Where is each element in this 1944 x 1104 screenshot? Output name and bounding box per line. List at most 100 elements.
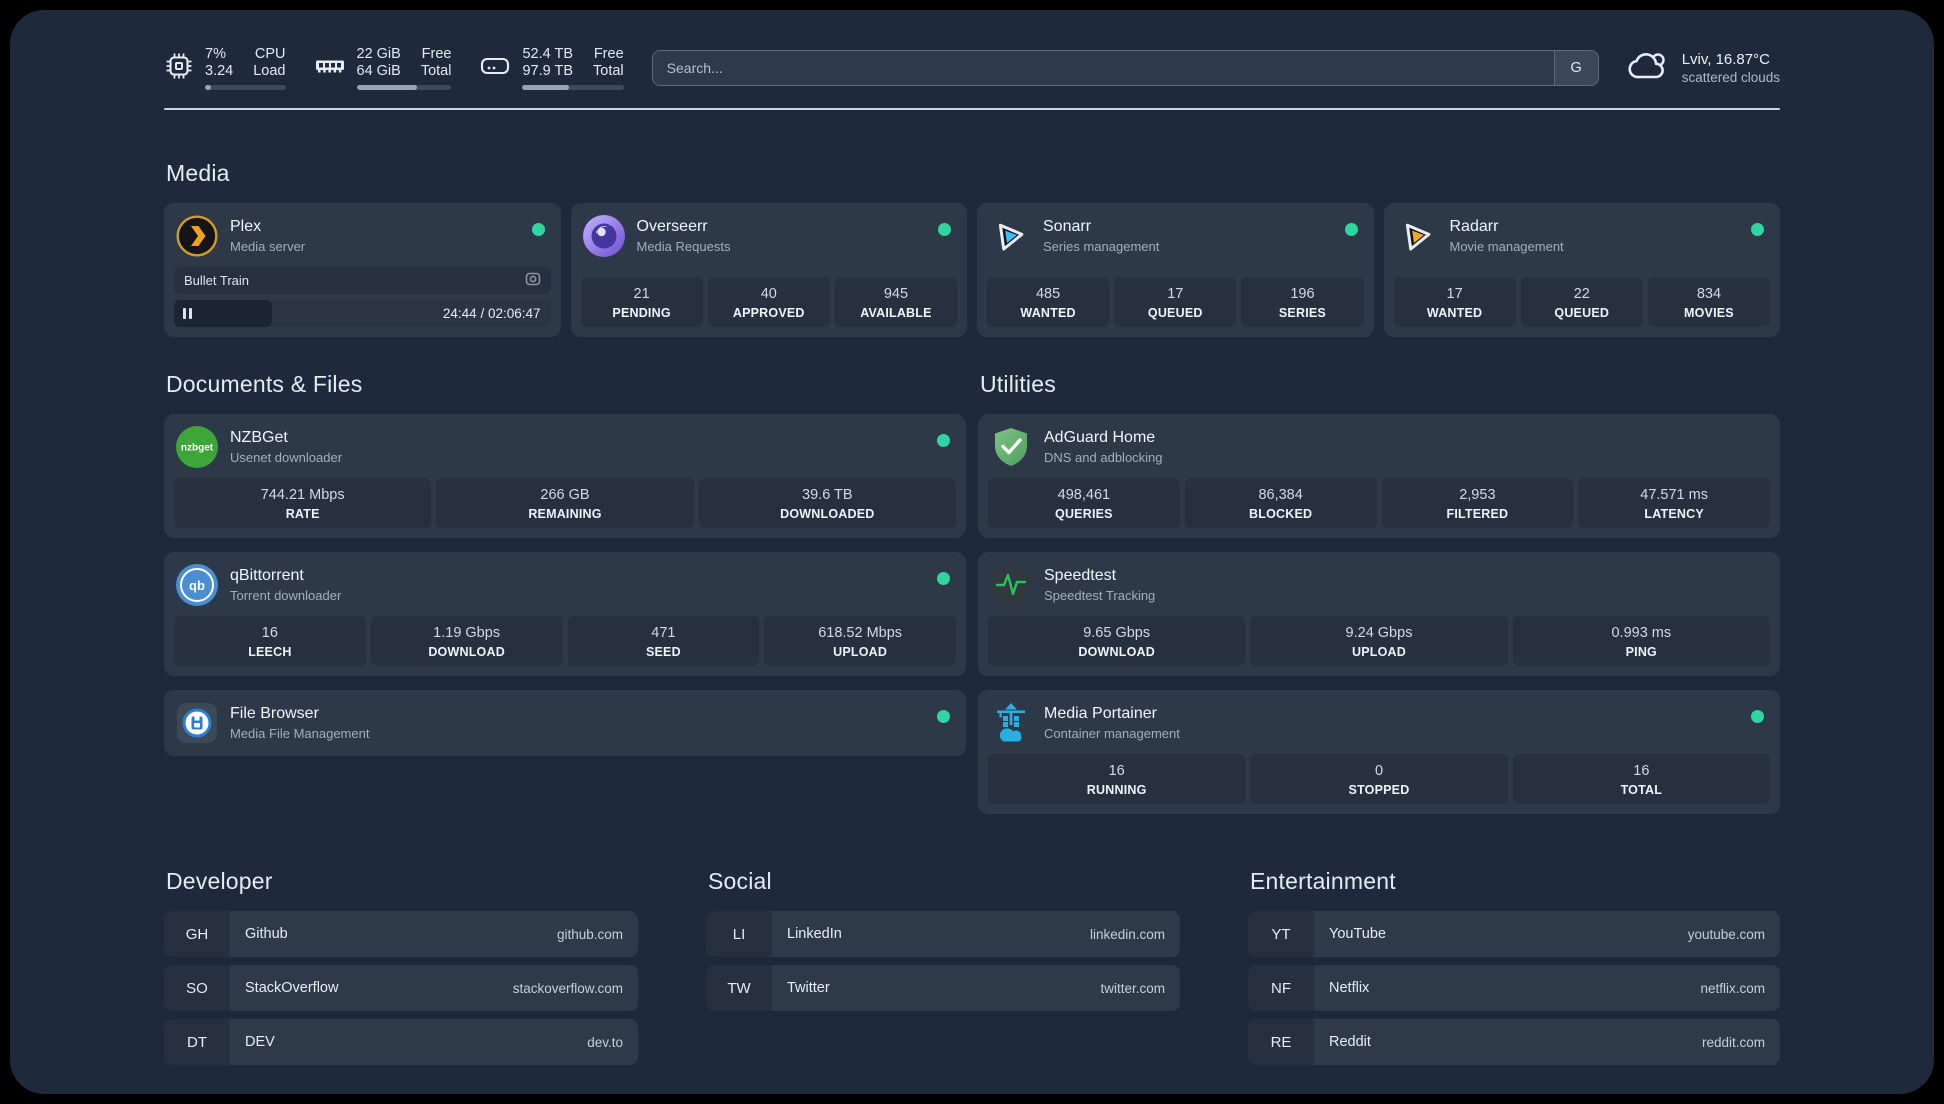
status-dot <box>938 223 951 236</box>
header: 7% CPU 3.24 Load 22 GiB Free 64 GiB Tota… <box>164 40 1780 96</box>
stat-tile: 86,384 BLOCKED <box>1184 478 1377 528</box>
stat-tile: 196 SERIES <box>1241 277 1364 327</box>
stat-tile: 266 GB REMAINING <box>436 478 694 528</box>
cpu-progress-bar <box>205 85 286 90</box>
stat-tile: 0 STOPPED <box>1250 754 1508 804</box>
service-name: Speedtest <box>1044 567 1117 584</box>
bookmark-abbr: TW <box>706 965 772 1011</box>
bookmark-name: Twitter <box>787 980 830 996</box>
cpu-icon <box>164 51 194 86</box>
disk-stat: 52.4 TB Free 97.9 TB Total <box>479 46 624 90</box>
service-description: Movie management <box>1449 239 1564 254</box>
service-description: Speedtest Tracking <box>1044 588 1156 603</box>
bookmark-domain: reddit.com <box>1701 1034 1765 1050</box>
bookmark-dev[interactable]: DT DEV dev.to <box>164 1019 638 1065</box>
service-card-qbittorrent[interactable]: qb qBittorrent Torrent downloader 16 LEE… <box>164 552 966 676</box>
weather-condition: scattered clouds <box>1681 70 1780 85</box>
status-dot <box>937 710 950 723</box>
status-dot <box>937 572 950 585</box>
section-entertainment: Entertainment YT YouTube youtube.com NF … <box>1248 868 1780 1073</box>
bookmark-domain: dev.to <box>587 1034 623 1050</box>
bookmark-netflix[interactable]: NF Netflix netflix.com <box>1248 965 1780 1011</box>
service-name: Sonarr <box>1043 218 1092 235</box>
service-card-adguard[interactable]: AdGuard Home DNS and adblocking 498,461 … <box>978 414 1780 538</box>
bookmark-name: StackOverflow <box>245 980 339 996</box>
bookmark-github[interactable]: GH Github github.com <box>164 911 638 957</box>
pause-button[interactable] <box>183 308 192 319</box>
bookmark-abbr: LI <box>706 911 772 957</box>
cloud-icon <box>1627 48 1669 89</box>
search-input[interactable] <box>651 50 1599 86</box>
bookmark-reddit[interactable]: RE Reddit reddit.com <box>1248 1019 1780 1065</box>
stat-tile: 485 WANTED <box>987 277 1110 327</box>
qbittorrent-icon: qb <box>176 564 218 606</box>
bookmark-abbr: NF <box>1248 965 1314 1011</box>
sonarr-icon <box>989 215 1031 257</box>
stat-tile: 47.571 ms LATENCY <box>1578 478 1770 528</box>
service-description: Series management <box>1043 239 1160 254</box>
stat-tile: 1.19 Gbps DOWNLOAD <box>370 616 563 666</box>
bookmark-domain: stackoverflow.com <box>512 980 623 996</box>
service-card-plex[interactable]: Plex Media server Bullet Train 24:44 / 0… <box>164 203 561 337</box>
bookmark-name: LinkedIn <box>787 926 842 942</box>
service-card-nzbget[interactable]: nzbget NZBGet Usenet downloader 744.21 M… <box>164 414 966 538</box>
bookmark-name: Github <box>245 926 288 942</box>
service-card-overseerr[interactable]: Overseerr Media Requests 21 PENDING 40 A… <box>570 203 967 337</box>
stat-tile: 16 LEECH <box>174 616 366 666</box>
service-description: Media Requests <box>636 239 731 254</box>
status-dot <box>1344 223 1358 236</box>
service-name: AdGuard Home <box>1044 429 1156 446</box>
section-utilities: Utilities AdGuard Home DNS and adblockin… <box>978 371 1780 814</box>
stat-tile: 2,953 FILTERED <box>1381 478 1574 528</box>
speedtest-icon <box>990 564 1032 606</box>
memory-progress-bar <box>356 85 452 90</box>
plex-icon <box>176 215 218 257</box>
service-description: Media File Management <box>230 726 370 741</box>
header-divider <box>164 108 1780 110</box>
memory-stat: 22 GiB Free 64 GiB Total <box>314 46 452 90</box>
status-dot <box>937 434 950 447</box>
bookmark-linkedin[interactable]: LI LinkedIn linkedin.com <box>706 911 1180 957</box>
section-title-social: Social <box>708 868 772 894</box>
service-card-speedtest[interactable]: Speedtest Speedtest Tracking 9.65 Gbps D… <box>978 552 1780 676</box>
search-engine-button[interactable]: G <box>1553 51 1598 85</box>
now-playing-title: Bullet Train <box>184 273 250 288</box>
stat-tile: 744.21 Mbps RATE <box>174 478 432 528</box>
bookmark-twitter[interactable]: TW Twitter twitter.com <box>706 965 1180 1011</box>
section-title-documents: Documents & Files <box>166 371 363 397</box>
service-name: Plex <box>230 218 262 235</box>
service-card-radarr[interactable]: Radarr Movie management 17 WANTED 22 QUE… <box>1383 203 1780 337</box>
bookmark-abbr: RE <box>1248 1019 1314 1065</box>
stat-tile: 471 SEED <box>567 616 760 666</box>
memory-label-1: Free <box>421 46 452 62</box>
stat-tile: 834 MOVIES <box>1647 277 1771 327</box>
stat-tile: 17 WANTED <box>1393 277 1516 327</box>
section-developer: Developer GH Github github.com SO StackO… <box>164 868 638 1073</box>
stat-tile: 945 AVAILABLE <box>834 277 958 327</box>
disk-total: 97.9 TB <box>522 63 574 79</box>
service-card-sonarr[interactable]: Sonarr Series management 485 WANTED 17 Q… <box>977 203 1374 337</box>
service-name: qBittorrent <box>230 567 304 584</box>
cpu-label-1: CPU <box>254 46 286 62</box>
portainer-icon <box>990 702 1032 744</box>
stat-tile: 17 QUEUED <box>1114 277 1237 327</box>
search-bar: G <box>651 50 1599 86</box>
memory-total: 64 GiB <box>356 63 401 79</box>
nzbget-icon: nzbget <box>176 426 218 468</box>
disk-free: 52.4 TB <box>522 46 574 62</box>
bookmark-youtube[interactable]: YT YouTube youtube.com <box>1248 911 1780 957</box>
section-title-media: Media <box>166 160 230 186</box>
memory-progress-fill <box>356 85 418 90</box>
bookmark-name: Netflix <box>1329 980 1370 996</box>
service-card-portainer[interactable]: Media Portainer Container management 16 … <box>978 690 1780 814</box>
radarr-icon <box>1396 215 1438 257</box>
cpu-progress-fill <box>205 85 212 90</box>
bookmark-abbr: YT <box>1248 911 1314 957</box>
stat-tile: 40 APPROVED <box>707 277 830 327</box>
bookmark-stackoverflow[interactable]: SO StackOverflow stackoverflow.com <box>164 965 638 1011</box>
now-playing-row: Bullet Train <box>174 267 551 294</box>
stat-tile: 16 RUNNING <box>988 754 1246 804</box>
playback-progress-fill <box>174 300 272 327</box>
service-card-filebrowser[interactable]: File Browser Media File Management <box>164 690 966 756</box>
service-description: Torrent downloader <box>230 588 342 603</box>
